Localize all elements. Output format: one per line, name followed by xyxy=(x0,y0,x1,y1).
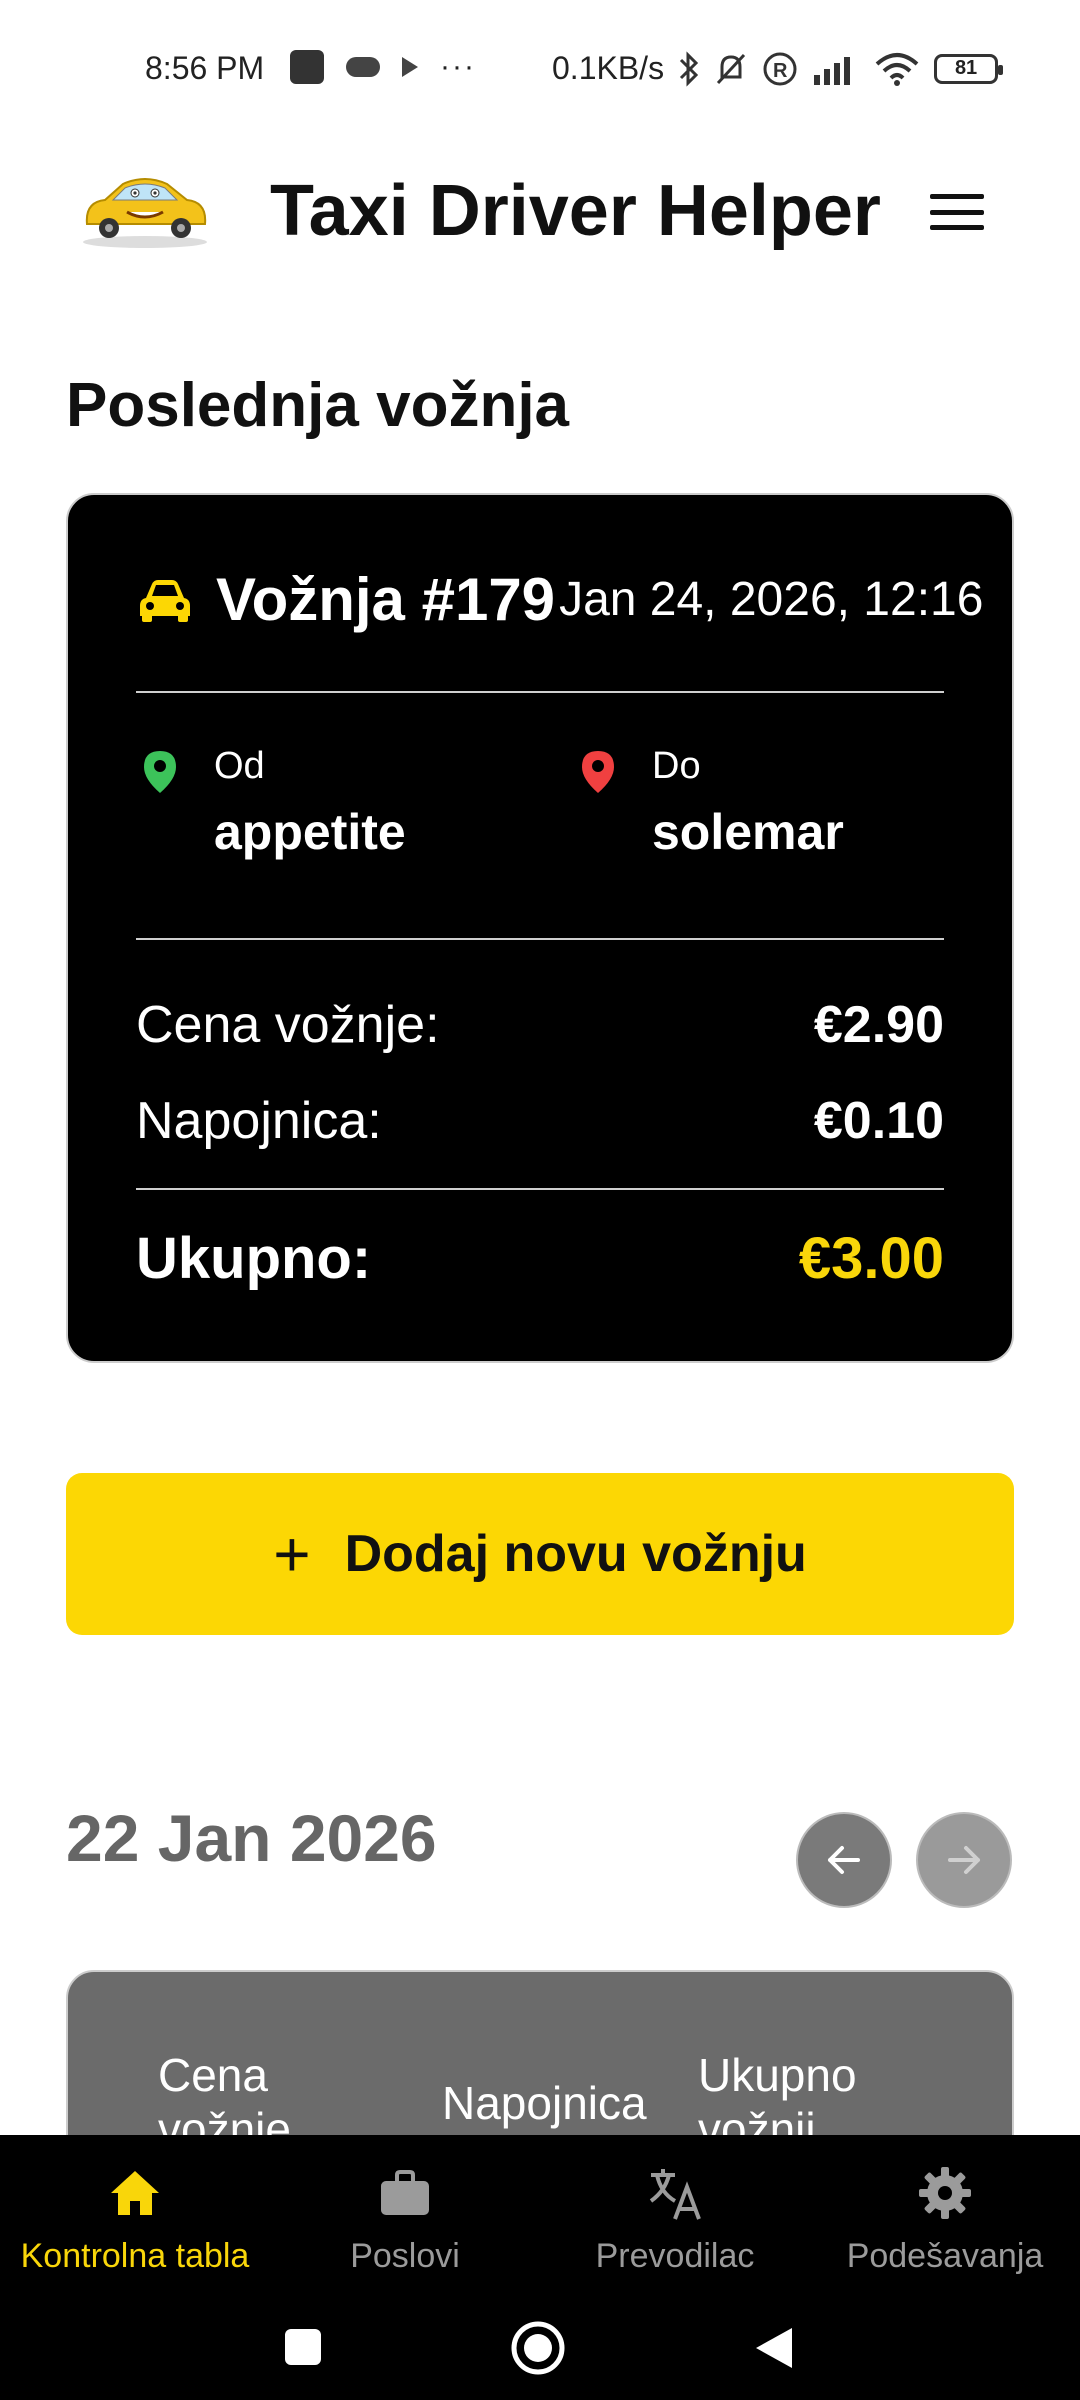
add-ride-label: Dodaj novu vožnju xyxy=(344,1525,807,1583)
svg-text:R: R xyxy=(773,60,788,82)
car-icon xyxy=(140,579,190,622)
daily-date: 22 Jan 2026 xyxy=(66,1801,437,1875)
nav-dashboard-label: Kontrolna tabla xyxy=(20,2237,250,2275)
registered-icon: R xyxy=(763,52,797,85)
signal-icon xyxy=(814,56,851,85)
notification-icons: ··· xyxy=(290,50,476,84)
nav-translator-label: Prevodilac xyxy=(595,2237,755,2275)
divider xyxy=(136,938,944,940)
total-label: Ukupno: xyxy=(136,1226,372,1291)
home-icon xyxy=(111,2171,159,2215)
ride-date: Jan 24, 2026, 12:16 xyxy=(559,573,984,626)
last-ride-card[interactable]: Vožnja #179 Jan 24, 2026, 12:16 Od appet… xyxy=(66,493,1014,1363)
app-notification-icon xyxy=(290,50,324,84)
nav-jobs[interactable]: Poslovi xyxy=(270,2163,540,2276)
recents-button[interactable] xyxy=(282,2326,324,2368)
mute-bell-icon xyxy=(716,53,746,84)
ride-header: Vožnja #179 Jan 24, 2026, 12:16 xyxy=(138,565,1002,634)
divider xyxy=(136,691,944,693)
bluetooth-icon xyxy=(680,50,699,87)
from-label: Od xyxy=(214,745,265,787)
network-speed: 0.1KB/s xyxy=(552,50,665,86)
menu-icon-line xyxy=(930,225,984,230)
more-notifications-icon: ··· xyxy=(440,50,476,83)
fare-row: Cena vožnje: €2.90 xyxy=(136,995,944,1055)
map-pin-icon xyxy=(582,751,614,793)
fare-label: Cena vožnje: xyxy=(136,996,440,1054)
status-bar: 8:56 PM ··· 0.1KB/s R 81 xyxy=(0,0,1080,140)
menu-button[interactable] xyxy=(930,190,984,234)
tip-label: Napojnica: xyxy=(136,1092,382,1150)
system-navigation-bar xyxy=(0,2300,1080,2400)
nav-translator[interactable]: Prevodilac xyxy=(540,2163,810,2276)
menu-icon-line xyxy=(930,209,984,215)
add-ride-button[interactable]: + Dodaj novu vožnju xyxy=(66,1473,1014,1635)
previous-day-button[interactable] xyxy=(796,1812,892,1908)
gear-icon xyxy=(919,2167,971,2219)
play-icon xyxy=(402,57,418,77)
tip-row: Napojnica: €0.10 xyxy=(136,1091,944,1151)
app-header: Taxi Driver Helper xyxy=(0,140,1080,290)
to-value: solemar xyxy=(652,804,844,860)
bottom-navigation: Kontrolna tabla Poslovi Prevodilac Podeš… xyxy=(0,2135,1080,2400)
ride-number: Vožnja #179 xyxy=(216,566,556,633)
system-status: 0.1KB/s R 81 xyxy=(552,50,1004,87)
nav-jobs-label: Poslovi xyxy=(350,2237,460,2275)
status-time: 8:56 PM xyxy=(145,50,265,86)
next-day-button[interactable] xyxy=(916,1812,1012,1908)
tip-column-header: Napojnica xyxy=(442,2077,647,2129)
cloud-icon xyxy=(346,57,380,77)
from-value: appetite xyxy=(214,804,406,860)
divider xyxy=(136,1188,944,1190)
tip-value: €0.10 xyxy=(813,1092,944,1150)
translate-icon xyxy=(649,2169,701,2220)
back-button[interactable] xyxy=(752,2324,796,2372)
arrow-left-icon xyxy=(828,1846,860,1874)
home-button[interactable] xyxy=(510,2320,566,2376)
last-ride-title: Poslednja vožnja xyxy=(66,371,570,440)
nav-settings-label: Podešavanja xyxy=(846,2237,1044,2275)
map-pin-icon xyxy=(144,751,176,793)
app-title: Taxi Driver Helper xyxy=(270,171,881,251)
nav-settings[interactable]: Podešavanja xyxy=(810,2163,1080,2276)
taxi-logo xyxy=(83,178,207,248)
wifi-icon xyxy=(875,52,919,86)
nav-dashboard[interactable]: Kontrolna tabla xyxy=(0,2163,270,2276)
fare-value: €2.90 xyxy=(813,996,944,1054)
arrow-right-icon xyxy=(948,1846,980,1874)
menu-icon-line xyxy=(930,194,984,199)
plus-icon: + xyxy=(273,1518,311,1590)
briefcase-icon xyxy=(381,2170,429,2215)
total-row: Ukupno: €3.00 xyxy=(136,1225,944,1292)
battery-icon: 81 xyxy=(934,53,1004,84)
total-value: €3.00 xyxy=(798,1226,944,1291)
to-label: Do xyxy=(652,745,701,787)
